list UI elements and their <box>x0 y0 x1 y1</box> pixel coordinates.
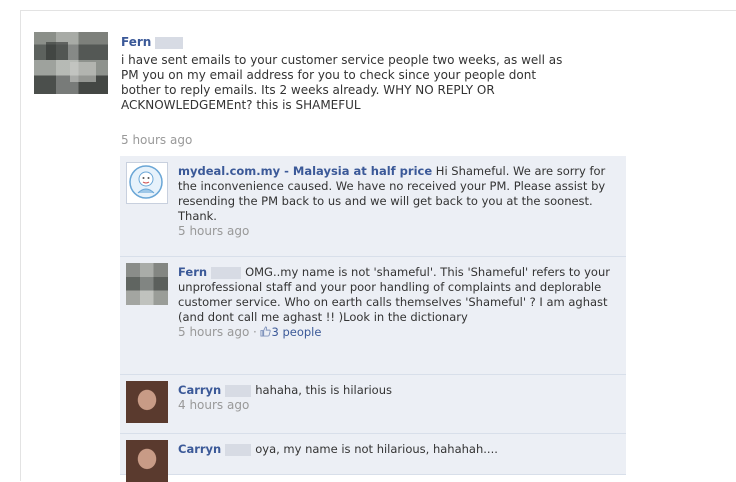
mascot-icon <box>129 165 163 199</box>
comment-text: oya, my name is not hilarious, hahahah..… <box>255 442 498 456</box>
redacted-surname <box>225 443 252 456</box>
comment-author[interactable]: Carryn <box>178 442 221 456</box>
post-text: i have sent emails to your customer serv… <box>121 53 563 112</box>
comment-body: Fern OMG..my name is not 'shameful'. This… <box>178 265 610 340</box>
comment-body: Carryn oya, my name is not hilarious, hah… <box>178 442 610 457</box>
comment-timestamp[interactable]: 5 hours ago <box>178 325 249 339</box>
separator-dot: · <box>252 325 257 339</box>
comment-item: Fern OMG..my name is not 'shameful'. This… <box>120 257 626 375</box>
comment-text: OMG..my name is not 'shameful'. This 'Sh… <box>178 265 610 324</box>
post-header: Fern <box>121 35 187 49</box>
comment-author[interactable]: Fern <box>178 265 207 279</box>
post-author-avatar[interactable] <box>34 32 108 94</box>
post-author-name[interactable]: Fern <box>121 35 151 49</box>
commenter-avatar[interactable] <box>126 440 168 482</box>
like-count-link[interactable]: 3 people <box>271 325 321 339</box>
commenter-avatar[interactable] <box>126 381 168 423</box>
redacted-surname <box>225 384 252 397</box>
comment-body: Carryn hahaha, this is hilarious 4 hours … <box>178 383 610 413</box>
post-timestamp[interactable]: 5 hours ago <box>121 133 192 147</box>
comment-item: Carryn oya, my name is not hilarious, hah… <box>120 434 626 482</box>
comment-author[interactable]: Carryn <box>178 383 221 397</box>
comment-item: Carryn hahaha, this is hilarious 4 hours … <box>120 375 626 434</box>
comment-author[interactable]: mydeal.com.my - Malaysia at half price <box>178 164 432 178</box>
commenter-avatar[interactable] <box>126 263 168 305</box>
thumbs-up-icon[interactable] <box>260 325 272 340</box>
redacted-surname <box>211 266 242 279</box>
comment-body: mydeal.com.my - Malaysia at half price H… <box>178 164 610 239</box>
page-logo-avatar[interactable] <box>126 162 168 204</box>
comment-timestamp[interactable]: 4 hours ago <box>178 398 249 412</box>
comment-item: mydeal.com.my - Malaysia at half price H… <box>120 156 626 257</box>
redacted-surname <box>155 36 184 49</box>
comment-timestamp[interactable]: 5 hours ago <box>178 224 249 238</box>
comment-text: hahaha, this is hilarious <box>255 383 392 397</box>
